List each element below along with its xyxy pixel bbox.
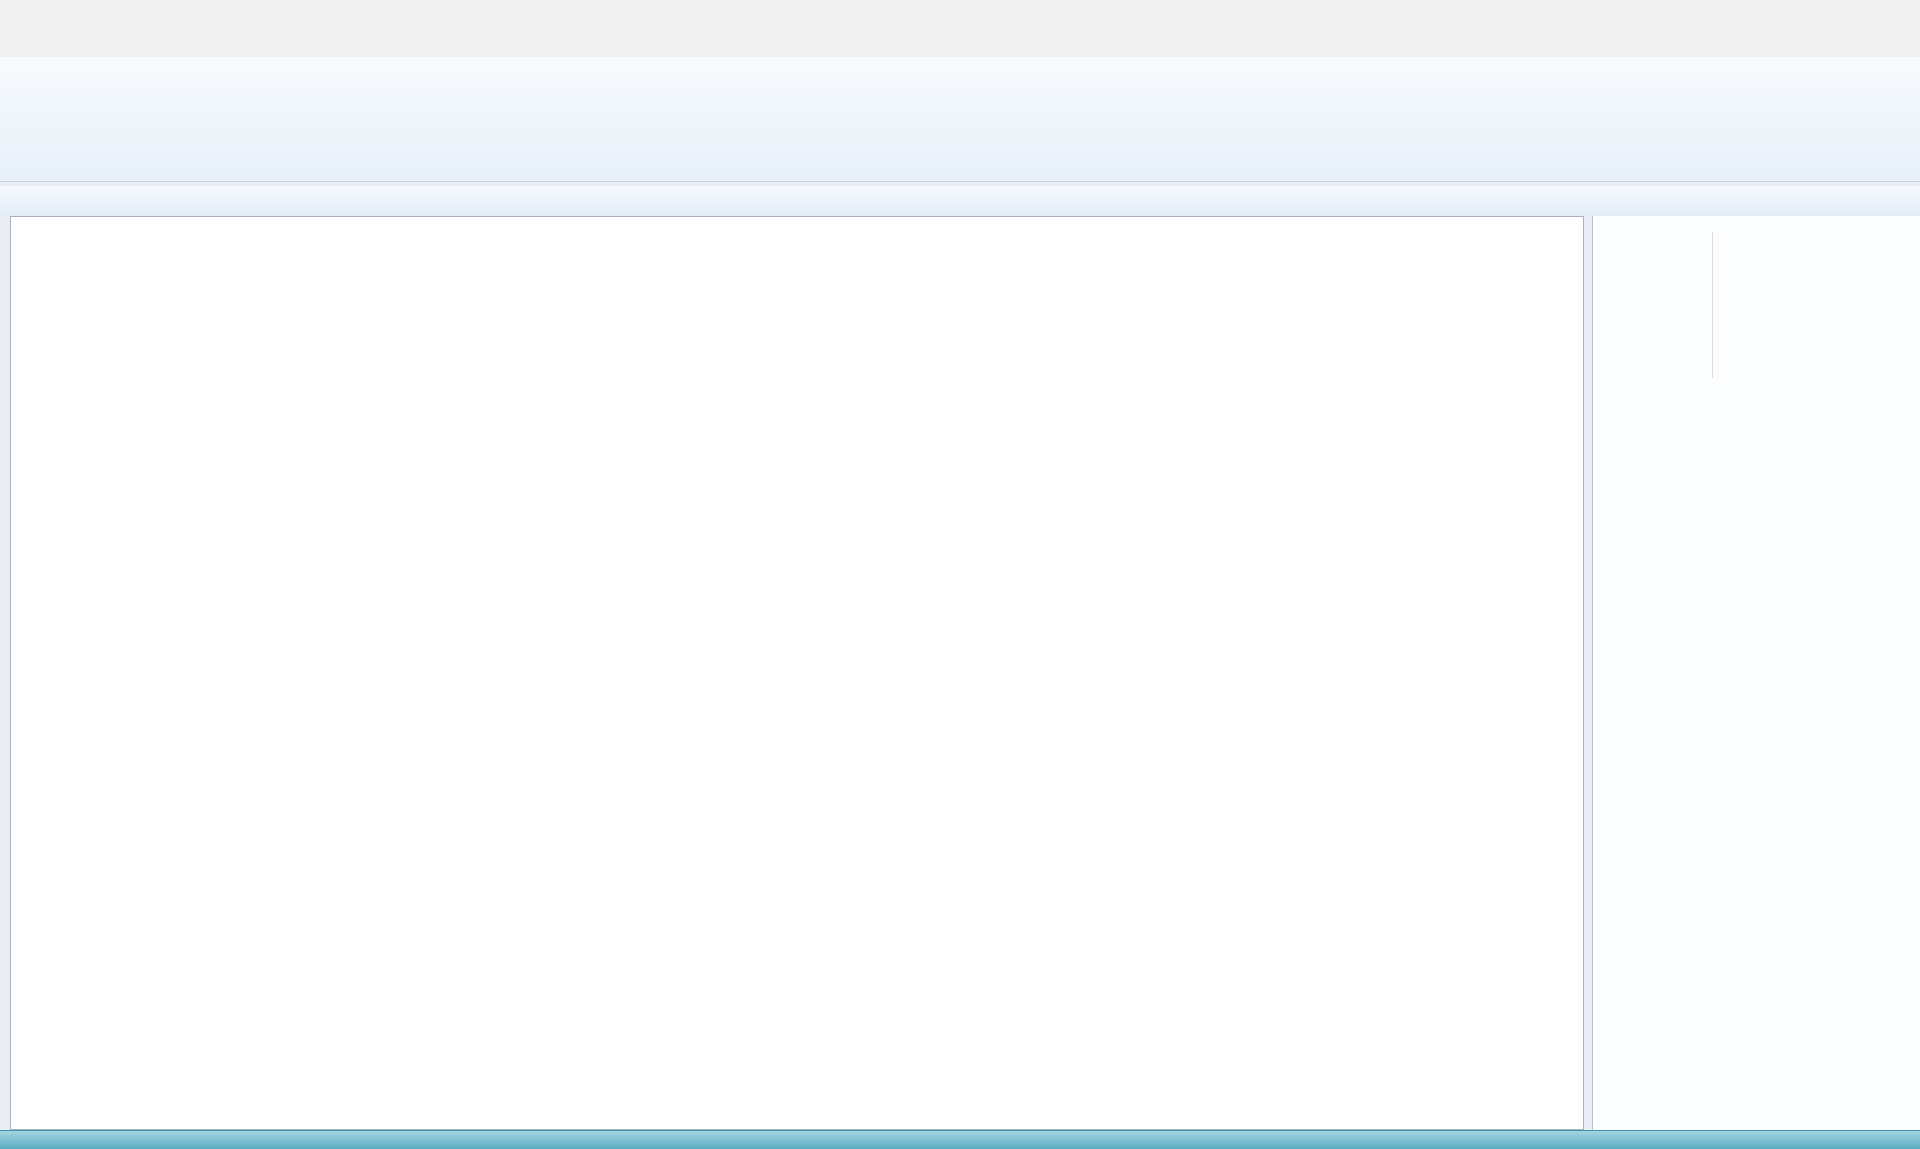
charts-canvas	[11, 217, 1585, 1131]
params-column-divider	[1712, 232, 1713, 378]
params-panel-title	[1593, 216, 1920, 232]
window-controls	[1782, 0, 1920, 27]
ribbon-toolbar	[0, 57, 1920, 182]
chart-panel	[10, 216, 1584, 1130]
title-bar	[0, 0, 1920, 27]
minimize-button[interactable]	[1782, 0, 1828, 27]
close-button[interactable]	[1874, 0, 1920, 27]
status-bar	[0, 1130, 1920, 1149]
document-tab-bar	[0, 186, 1920, 216]
acquisition-params-panel	[1592, 216, 1920, 1130]
ribbon-tab-row	[0, 27, 1920, 57]
maximize-button[interactable]	[1828, 0, 1874, 27]
